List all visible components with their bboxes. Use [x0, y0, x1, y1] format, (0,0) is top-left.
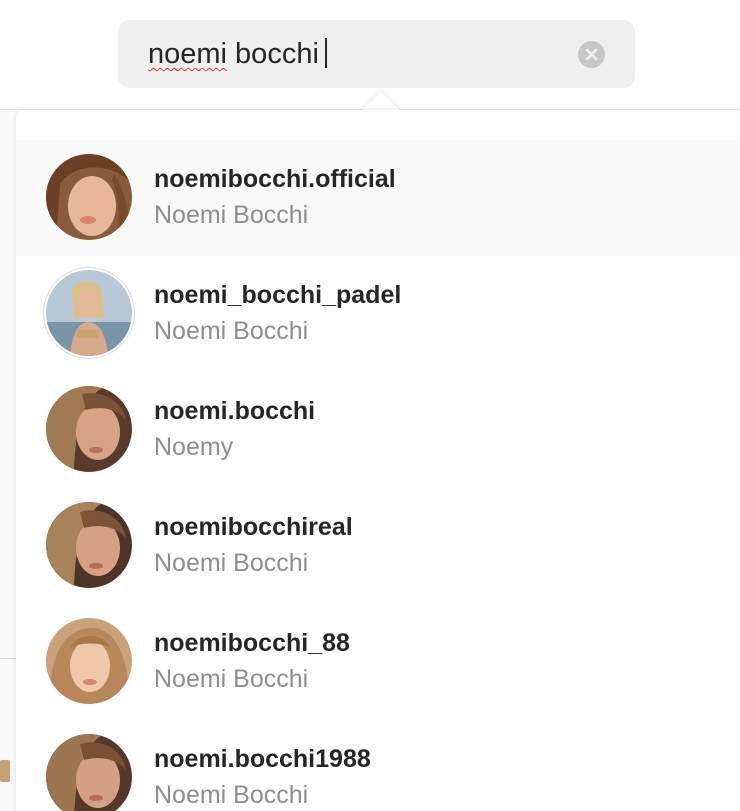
background-divider	[0, 658, 16, 659]
page: noemi bocchi noemibocchi.official Noemi …	[0, 0, 740, 811]
profile-photo-icon	[46, 618, 132, 704]
search-result-item[interactable]: noemibocchi_88 Noemi Bocchi	[16, 604, 740, 720]
search-query-misspelled-word: noemi	[148, 38, 227, 70]
result-username: noemi.bocchi1988	[154, 745, 371, 773]
avatar	[46, 270, 132, 356]
avatar	[46, 154, 132, 240]
result-username: noemibocchi_88	[154, 629, 350, 657]
result-full-name: Noemi Bocchi	[154, 317, 309, 345]
avatar	[46, 386, 132, 472]
profile-photo-icon	[46, 270, 132, 356]
search-result-item[interactable]: noemibocchi.official Noemi Bocchi	[16, 140, 740, 256]
search-results-dropdown: noemibocchi.official Noemi Bocchi noemi_…	[16, 110, 740, 811]
result-username: noemibocchi.official	[154, 165, 396, 193]
result-full-name: Noemi Bocchi	[154, 665, 309, 693]
profile-photo-icon	[46, 502, 132, 588]
text-caret	[324, 38, 327, 68]
result-full-name: Noemi Bocchi	[154, 781, 309, 809]
search-input[interactable]: noemi bocchi	[118, 20, 635, 88]
search-query-rest: bocchi	[227, 38, 319, 70]
result-username: noemibocchireal	[154, 513, 353, 541]
avatar	[46, 502, 132, 588]
profile-photo-icon	[46, 734, 132, 811]
search-result-item[interactable]: noemi.bocchi Noemy	[16, 372, 740, 488]
search-query-text: noemi bocchi	[148, 36, 327, 72]
search-results-list: noemibocchi.official Noemi Bocchi noemi_…	[16, 140, 740, 811]
search-result-item[interactable]: noemi.bocchi1988 Noemi Bocchi	[16, 720, 740, 811]
result-username: noemi.bocchi	[154, 397, 316, 425]
avatar	[46, 734, 132, 811]
background-page-edge	[0, 110, 16, 811]
clear-circle-x-icon	[585, 48, 598, 61]
search-result-item[interactable]: noemi_bocchi_padel Noemi Bocchi	[16, 256, 740, 372]
clear-search-button[interactable]	[578, 41, 605, 68]
result-full-name: Noemi Bocchi	[154, 549, 309, 577]
result-username: noemi_bocchi_padel	[154, 281, 402, 309]
profile-photo-icon	[46, 154, 132, 240]
result-full-name: Noemi Bocchi	[154, 201, 309, 229]
result-full-name: Noemy	[154, 433, 234, 461]
search-result-item[interactable]: noemibocchireal Noemi Bocchi	[16, 488, 740, 604]
profile-photo-icon	[46, 386, 132, 472]
background-thumbnail-edge	[0, 760, 10, 782]
avatar	[46, 618, 132, 704]
